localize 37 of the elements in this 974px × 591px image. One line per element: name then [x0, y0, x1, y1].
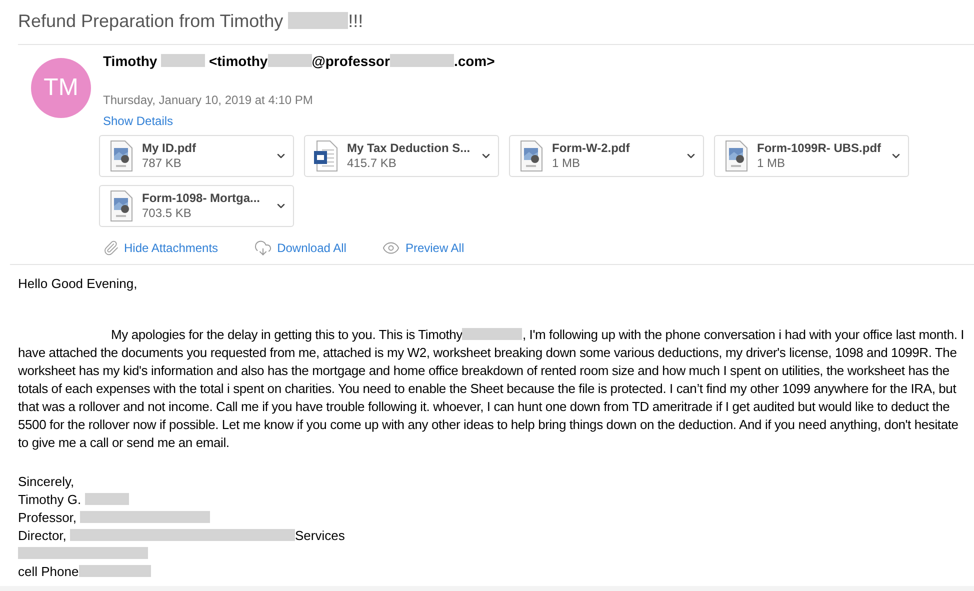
pdf-document-icon — [108, 190, 134, 222]
attachment-name: Form-1099R- UBS.pdf — [757, 141, 882, 156]
signature-line: Sincerely, — [18, 473, 74, 491]
show-details-link[interactable]: Show Details — [103, 113, 174, 129]
signature-line: Timothy G. — [18, 491, 129, 509]
attachment-action-link[interactable]: Preview All — [405, 239, 464, 257]
signature-line: Director, Services — [18, 527, 345, 545]
attachment-card[interactable]: Form-W-2.pdf 1 MB — [509, 135, 704, 177]
pdf-document-icon — [518, 140, 544, 172]
attachment-name: My Tax Deduction S... — [347, 141, 472, 156]
attachment-size: 703.5 KB — [142, 206, 192, 221]
attachment-card[interactable]: Form-1098- Mortga... 703.5 KB — [99, 185, 294, 227]
attachment-size: 787 KB — [142, 156, 182, 171]
attachment-card[interactable]: My ID.pdf 787 KB — [99, 135, 294, 177]
signature-line: Professor, — [18, 509, 210, 527]
pdf-document-icon — [723, 140, 749, 172]
attachment-size: 1 MB — [552, 156, 582, 171]
attachment-action-link[interactable]: Download All — [277, 239, 346, 257]
download-icon — [254, 239, 272, 257]
paperclip-icon — [103, 240, 119, 256]
attachment-card[interactable]: Form-1099R- UBS.pdf 1 MB — [714, 135, 909, 177]
attachment-action-link[interactable]: Hide Attachments — [124, 239, 218, 257]
email-subject: Refund Preparation from Timothy !!! — [18, 10, 364, 33]
word-document-icon — [313, 140, 339, 172]
signature-line: cell Phone — [18, 563, 151, 581]
body-paragraph: My apologies for the delay in getting this to you. This is Timothy , I'm following up with the phone conversation i had with your office last month. I have attached the documents you requested from me, attached is my W2, worksheet breaking down some various deductions, my driver's license, 1098 and 1099R. The worksheet has my kid's information and also has the mortgage and home office breakdown of rented room size and how much I spent on utilities, the worksheet has the totals of each expenses with the total i spent on charities. You need to enable the Sheet because the file is protected. I can’t find my other 1099 anywhere for the IRA, but that was a rollover and not income. Call me if you have trouble following it. whoever, I can hunt one down from TD ameritrade if I get audited but would like to deduct the 5500 for the rollover now if possible. Let me know if you come up with any other ideas to help bring things down on the deduction. And if you need anything, don't hesitate to give me a call or send me an email. — [18, 326, 966, 452]
attachment-name: Form-1098- Mortga... — [142, 191, 262, 206]
greeting-text: Hello Good Evening, — [18, 275, 138, 293]
attachment-size: 415.7 KB — [347, 156, 398, 171]
sender-address: Timothy <timothy @professor .com> — [103, 52, 495, 70]
attachment-size: 1 MB — [757, 156, 786, 171]
attachment-name: Form-W-2.pdf — [552, 141, 631, 156]
attachment-name: My ID.pdf — [142, 141, 197, 156]
attachment-card[interactable]: My Tax Deduction S... 415.7 KB — [304, 135, 499, 177]
email-date: Thursday, January 10, 2019 at 4:10 PM — [103, 92, 314, 108]
avatar: TM — [31, 58, 91, 118]
pdf-document-icon — [108, 140, 134, 172]
